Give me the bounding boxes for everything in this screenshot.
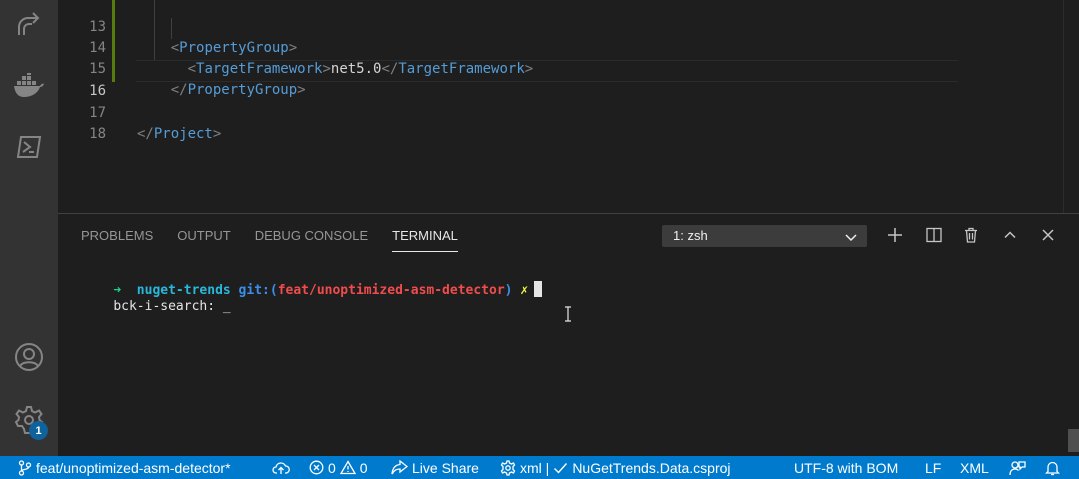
warning-count: 0 bbox=[359, 459, 368, 476]
remote-explorer-icon[interactable] bbox=[0, 0, 58, 48]
git-branch: feat/unoptimized-asm-detector bbox=[277, 283, 505, 298]
status-bar: feat/unoptimized-asm-detector* 0 0 Live … bbox=[0, 456, 1079, 479]
language-status[interactable]: XML bbox=[960, 456, 989, 479]
chevron-down-icon bbox=[844, 230, 858, 250]
notifications-button[interactable] bbox=[1045, 456, 1060, 479]
language-mode-status[interactable]: xml | NuGetTrends.Data.csproj bbox=[500, 456, 731, 479]
tab-debug-console[interactable]: DEBUG CONSOLE bbox=[255, 228, 368, 252]
split-icon bbox=[926, 227, 942, 243]
feedback-icon bbox=[1009, 460, 1026, 475]
eol-status[interactable]: LF bbox=[925, 456, 941, 479]
error-count: 0 bbox=[328, 459, 336, 476]
code-line[interactable]: 14 <TargetFramework>net5.0</TargetFramew… bbox=[58, 17, 1063, 77]
git-branch-icon bbox=[18, 459, 32, 476]
chevron-up-icon bbox=[1004, 231, 1016, 239]
encoding-status[interactable]: UTF-8 with BOM bbox=[794, 456, 898, 479]
tab-terminal[interactable]: TERMINAL bbox=[392, 228, 458, 252]
plus-icon bbox=[888, 228, 902, 242]
git-label: git:( bbox=[238, 283, 278, 298]
branch-status[interactable]: feat/unoptimized-asm-detector* bbox=[18, 456, 231, 479]
problems-status[interactable]: 0 0 bbox=[309, 456, 368, 479]
warning-icon bbox=[339, 460, 356, 475]
live-share-icon bbox=[391, 460, 408, 475]
terminal-panel: PROBLEMS OUTPUT DEBUG CONSOLE TERMINAL 1… bbox=[58, 213, 1079, 456]
code-editor[interactable]: 13 <PropertyGroup> 14 <TargetFramework>n… bbox=[58, 0, 1079, 213]
activity-bar: 1 bbox=[0, 0, 58, 456]
code-line[interactable]: 17 </Project> bbox=[58, 82, 1063, 142]
branch-name: feat/unoptimized-asm-detector* bbox=[36, 459, 231, 476]
gear-icon bbox=[500, 459, 516, 476]
live-share-label: Live Share bbox=[412, 459, 479, 476]
live-share-button[interactable]: Live Share bbox=[391, 456, 479, 479]
sync-button[interactable] bbox=[272, 456, 290, 479]
tab-problems[interactable]: PROBLEMS bbox=[81, 228, 153, 252]
code-line[interactable]: 13 <PropertyGroup> bbox=[58, 0, 1063, 56]
tab-output[interactable]: OUTPUT bbox=[177, 228, 230, 252]
terminal-select[interactable]: 1: zsh bbox=[662, 225, 867, 247]
settings-gear-icon[interactable] bbox=[0, 396, 58, 444]
code-line[interactable]: 16 bbox=[58, 60, 1063, 99]
project-name: NuGetTrends.Data.csproj bbox=[572, 459, 731, 476]
error-icon bbox=[309, 460, 324, 475]
terminal-select-value: 1: zsh bbox=[673, 228, 708, 243]
powershell-icon[interactable] bbox=[0, 123, 58, 171]
feedback-button[interactable] bbox=[1009, 456, 1026, 479]
terminal-cursor bbox=[534, 281, 543, 297]
bell-icon bbox=[1045, 461, 1060, 475]
dirty-mark: ✗ bbox=[520, 283, 529, 298]
terminal-search-line[interactable]: bck-i-search: _ bbox=[82, 281, 230, 332]
split-terminal-button[interactable] bbox=[923, 224, 945, 246]
panel-tabs: PROBLEMS OUTPUT DEBUG CONSOLE TERMINAL bbox=[81, 228, 482, 252]
trash-icon bbox=[965, 227, 977, 243]
editor-scrollbar[interactable] bbox=[1063, 0, 1064, 213]
text-cursor-icon bbox=[564, 306, 572, 327]
account-icon[interactable] bbox=[0, 333, 58, 381]
line-number: 18 bbox=[89, 126, 106, 142]
close-icon bbox=[1042, 229, 1054, 241]
check-icon bbox=[554, 462, 568, 474]
terminal-scrollbar[interactable] bbox=[1068, 429, 1079, 452]
close-panel-button[interactable] bbox=[1037, 224, 1059, 246]
code-line[interactable]: 15 </PropertyGroup> bbox=[58, 38, 1063, 98]
settings-badge: 1 bbox=[29, 421, 48, 440]
cloud-upload-icon bbox=[272, 461, 290, 474]
docker-icon[interactable] bbox=[0, 62, 58, 110]
kill-terminal-button[interactable] bbox=[960, 224, 982, 246]
maximize-panel-button[interactable] bbox=[999, 224, 1021, 246]
new-terminal-button[interactable] bbox=[884, 224, 906, 246]
code-line[interactable]: 18 bbox=[58, 103, 1063, 142]
